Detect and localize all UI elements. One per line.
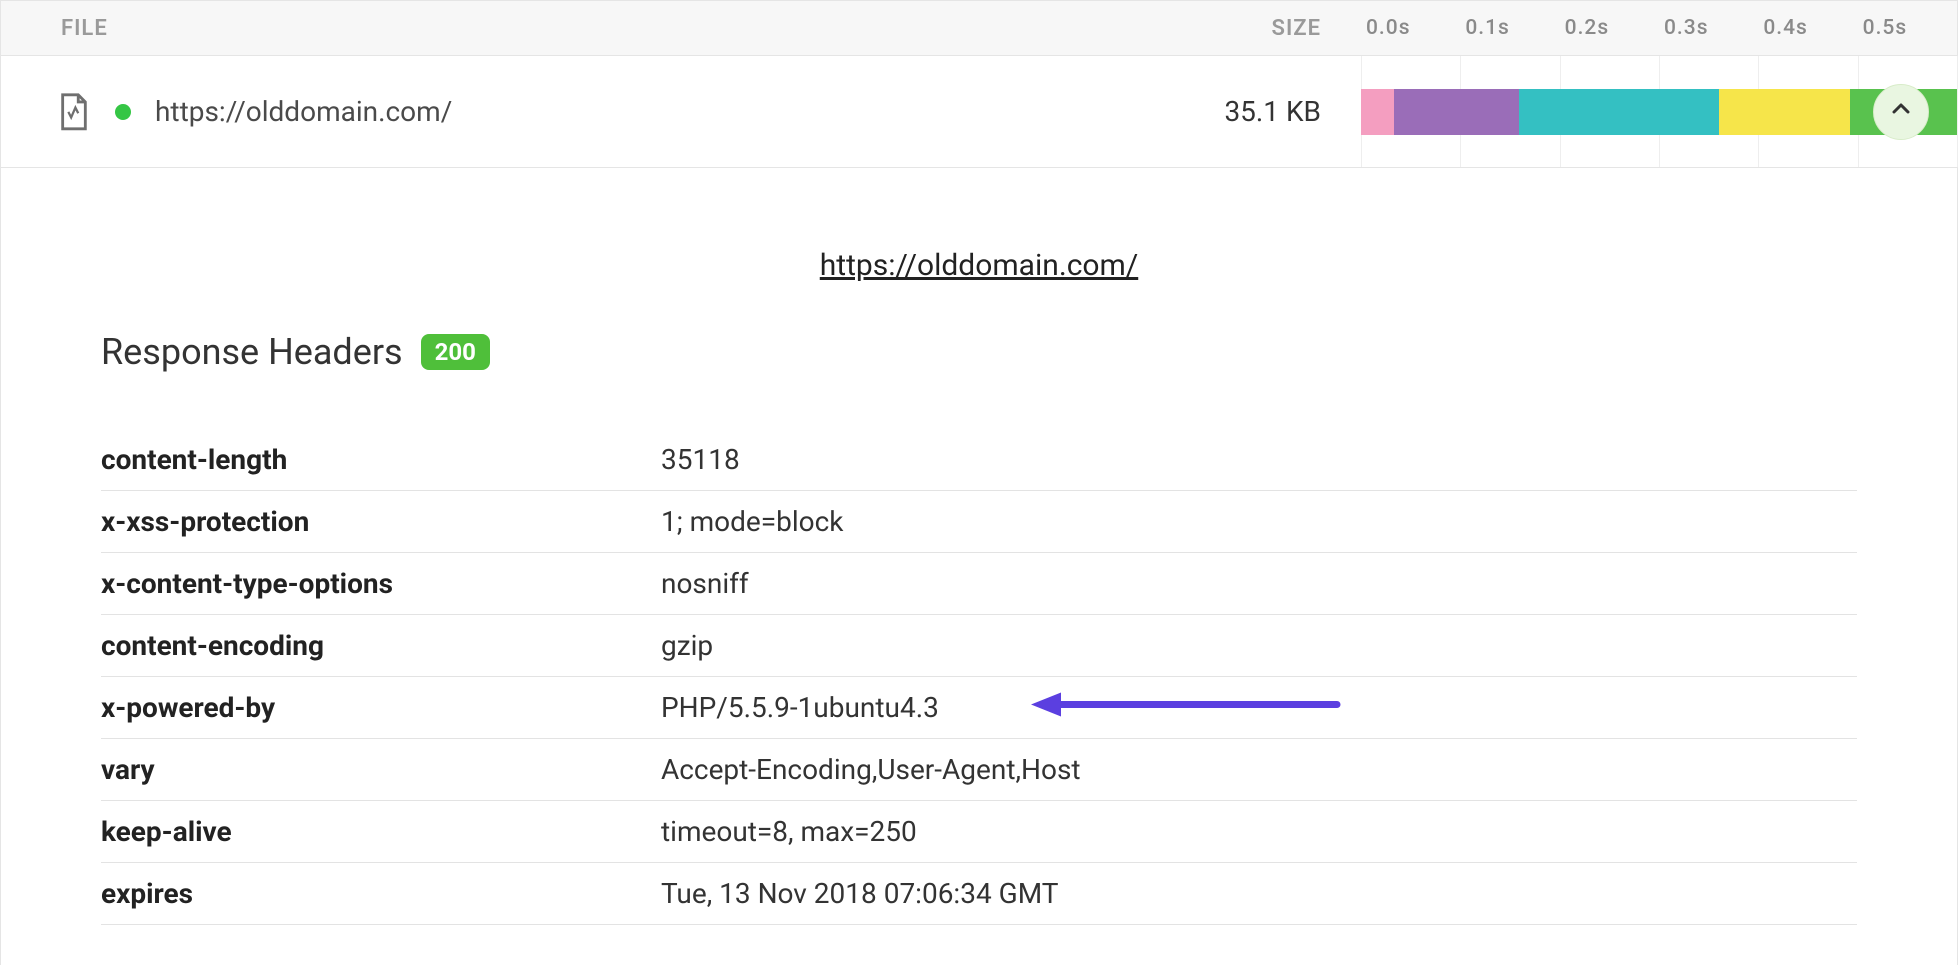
- header-row: x-powered-byPHP/5.5.9-1ubuntu4.3: [101, 677, 1857, 739]
- header-value: nosniff: [661, 553, 1857, 615]
- header-key: keep-alive: [101, 801, 661, 863]
- header-key: x-xss-protection: [101, 491, 661, 553]
- header-key: content-encoding: [101, 615, 661, 677]
- waterfall-bar: [1361, 89, 1957, 135]
- header-value: gzip: [661, 615, 1857, 677]
- header-key: vary: [101, 739, 661, 801]
- header-row: keep-alivetimeout=8, max=250: [101, 801, 1857, 863]
- time-tick-label: 0.3s: [1660, 16, 1709, 40]
- time-tick-label: 0.2s: [1561, 16, 1610, 40]
- header-row: x-xss-protection1; mode=block: [101, 491, 1857, 553]
- annotation-arrow-icon: [1031, 690, 1341, 725]
- request-row[interactable]: https://olddomain.com/ 35.1 KB: [0, 56, 1958, 168]
- document-icon: [57, 92, 91, 132]
- waterfall-segment: [1361, 89, 1394, 135]
- header-key: expires: [101, 863, 661, 925]
- time-tick-label: 0.5s: [1859, 16, 1908, 40]
- section-title-text: Response Headers: [101, 331, 403, 373]
- header-value: 35118: [661, 429, 1857, 491]
- header-value: 1; mode=block: [661, 491, 1857, 553]
- header-key: x-content-type-options: [101, 553, 661, 615]
- details-panel: https://olddomain.com/ Response Headers …: [0, 168, 1958, 965]
- request-url: https://olddomain.com/: [155, 95, 452, 128]
- header-row: content-encodinggzip: [101, 615, 1857, 677]
- header-key: x-powered-by: [101, 677, 661, 739]
- header-value: Tue, 13 Nov 2018 07:06:34 GMT: [661, 863, 1857, 925]
- status-badge: 200: [421, 334, 490, 370]
- header-row: varyAccept-Encoding,User-Agent,Host: [101, 739, 1857, 801]
- header-key: content-length: [101, 429, 661, 491]
- column-header-file: FILE: [1, 16, 1101, 41]
- status-dot-icon: [115, 104, 131, 120]
- waterfall-segment: [1719, 89, 1850, 135]
- header-row: expiresTue, 13 Nov 2018 07:06:34 GMT: [101, 863, 1857, 925]
- waterfall-cell: [1361, 56, 1957, 167]
- response-headers-title: Response Headers 200: [101, 331, 1857, 373]
- waterfall-segment: [1394, 89, 1519, 135]
- column-header-size: SIZE: [1101, 16, 1361, 41]
- header-row: content-length35118: [101, 429, 1857, 491]
- header-row: x-content-type-optionsnosniff: [101, 553, 1857, 615]
- header-value: Accept-Encoding,User-Agent,Host: [661, 739, 1857, 801]
- time-tick-label: 0.1s: [1461, 16, 1510, 40]
- header-value: PHP/5.5.9-1ubuntu4.3: [661, 677, 1857, 739]
- header-value: timeout=8, max=250: [661, 801, 1857, 863]
- chevron-up-icon: [1889, 95, 1913, 128]
- time-tick-label: 0.0s: [1362, 16, 1411, 40]
- waterfall-segment: [1519, 89, 1719, 135]
- collapse-button[interactable]: [1873, 84, 1929, 140]
- headers-table: content-length35118x-xss-protection1; mo…: [101, 429, 1857, 925]
- detail-url-link[interactable]: https://olddomain.com/: [101, 248, 1857, 283]
- request-size: 35.1 KB: [1101, 95, 1361, 128]
- table-header: FILE SIZE 0.0s0.1s0.2s0.3s0.4s0.5s0.6: [0, 0, 1958, 56]
- time-tick-label: 0.4s: [1759, 16, 1808, 40]
